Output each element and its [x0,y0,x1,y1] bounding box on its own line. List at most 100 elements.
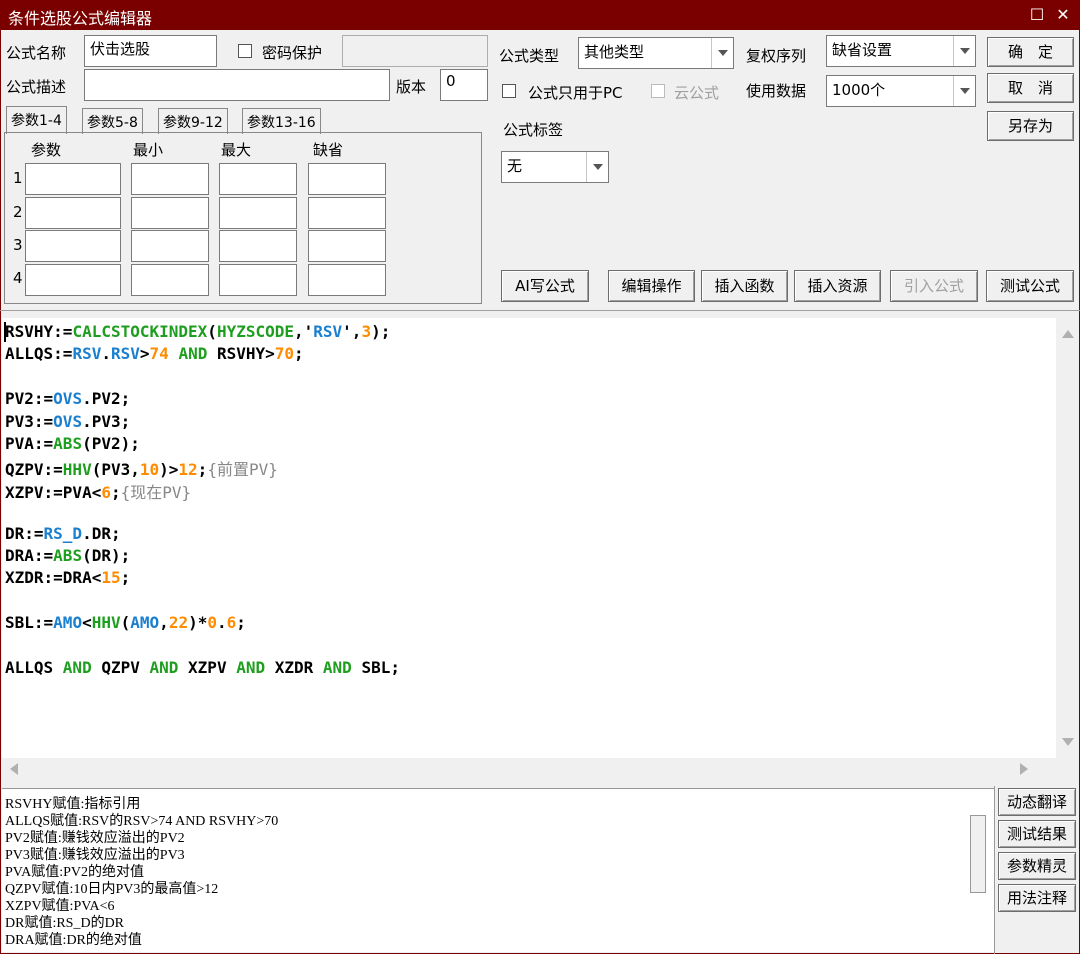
code-token: ); [371,322,391,341]
param-4-default-input[interactable] [308,264,386,296]
code-token: AMO [130,613,160,633]
code-line[interactable]: ALLQS AND QZPV AND XZPV AND XZDR AND SBL… [5,658,400,677]
code-token: ALLQS [5,658,63,677]
scroll-up-icon[interactable] [1062,330,1074,338]
code-token: . [216,613,227,633]
code-token: {现在PV} [120,482,192,502]
usage-notes-button[interactable]: 用法注释 [998,884,1076,912]
tab-params-5-8[interactable]: 参数5-8 [82,108,143,134]
code-token: PVA:= [5,434,54,453]
code-line[interactable]: RSVHY:=CALCSTOCKINDEX(HYZSCODE,'RSV',3); [5,322,390,341]
code-token: 6 [226,613,237,633]
maximize-icon[interactable]: ☐ [1026,4,1048,26]
window-title: 条件选股公式编辑器 [8,9,153,28]
code-token: .DR; [82,523,121,543]
code-line[interactable]: XZPV:=PVA<6;{现在PV} [5,479,191,503]
code-token: 6 [101,482,111,502]
formula-type-select[interactable]: 其他类型 [578,37,734,69]
ai-write-button[interactable]: AI写公式 [501,270,589,302]
divider [994,786,995,954]
code-line[interactable]: PV3:=OVS.PV3; [5,412,130,431]
test-formula-button[interactable]: 测试公式 [986,270,1074,302]
dynamic-translate-button[interactable]: 动态翻译 [998,788,1076,816]
import-formula-button[interactable]: 引入公式 [890,270,978,302]
code-token: ( [120,613,131,633]
output-scrollbar[interactable] [970,815,986,893]
code-token: CALCSTOCKINDEX [72,322,208,341]
param-header-name: 参数 [31,141,62,159]
param-4-max-input[interactable] [219,264,297,296]
param-3-name-input[interactable] [25,230,121,262]
param-4-min-input[interactable] [131,264,209,296]
tab-params-1-4[interactable]: 参数1-4 [6,106,67,134]
param-row-number: 3 [13,236,23,254]
formula-desc-input[interactable] [84,69,390,101]
code-line[interactable]: XZDR:=DRA<15; [5,568,130,587]
chevron-down-icon[interactable] [711,38,733,68]
param-1-default-input[interactable] [308,163,386,195]
param-3-max-input[interactable] [219,230,297,262]
scroll-down-icon[interactable] [1062,738,1074,746]
editor-vertical-scrollbar[interactable] [1056,318,1078,758]
code-token: AND [322,658,352,677]
rights-series-select[interactable]: 缺省设置 [826,35,976,67]
version-input[interactable]: 0 [440,69,488,101]
code-token: (PV2); [82,434,140,453]
param-1-min-input[interactable] [131,163,209,195]
version-label: 版本 [396,78,427,96]
formula-name-label: 公式名称 [6,44,67,62]
insert-resource-button[interactable]: 插入资源 [794,270,881,302]
title-bar: 条件选股公式编辑器 ☐ ✕ [0,0,1080,30]
ok-button[interactable]: 确 定 [987,37,1074,67]
code-line[interactable]: DR:=RS_D.DR; [5,524,121,543]
param-wizard-button[interactable]: 参数精灵 [998,852,1076,880]
code-token: RSVHY> [207,344,275,364]
code-token: OVS [53,411,83,431]
code-line[interactable]: PV2:=OVS.PV2; [5,389,130,408]
param-1-max-input[interactable] [219,163,297,195]
chevron-down-icon[interactable] [953,36,975,66]
password-checkbox[interactable] [238,44,252,58]
param-2-min-input[interactable] [131,197,209,229]
code-editor[interactable]: RSVHY:=CALCSTOCKINDEX(HYZSCODE,'RSV',3);… [2,318,1056,758]
code-token: QZPV [91,658,150,677]
tab-params-9-12[interactable]: 参数9-12 [158,108,228,134]
code-token: ; [236,613,246,633]
param-3-min-input[interactable] [131,230,209,262]
param-row-number: 1 [13,169,23,187]
editor-horizontal-scrollbar[interactable] [2,758,1056,780]
test-result-button[interactable]: 测试结果 [998,820,1076,848]
code-line[interactable]: DRA:=ABS(DR); [5,546,130,565]
code-line[interactable]: PVA:=ABS(PV2); [5,434,140,453]
cancel-button[interactable]: 取 消 [987,73,1074,103]
edit-ops-button[interactable]: 编辑操作 [608,270,695,302]
param-1-name-input[interactable] [25,163,121,195]
code-line[interactable]: SBL:=AMO<HHV(AMO,22)*0.6; [5,613,246,632]
use-data-select[interactable]: 1000个 [826,75,976,107]
code-token: XZDR [265,658,323,677]
chevron-down-icon[interactable] [586,152,608,182]
tab-params-13-16[interactable]: 参数13-16 [242,108,321,134]
param-2-name-input[interactable] [25,197,121,229]
code-token: )> [159,460,179,480]
param-2-default-input[interactable] [308,197,386,229]
code-token: RSV [313,322,343,341]
formula-name-input[interactable]: 伏击选股 [84,35,217,67]
param-3-default-input[interactable] [308,230,386,262]
insert-function-button[interactable]: 插入函数 [701,270,788,302]
pc-only-checkbox[interactable] [502,84,516,98]
scroll-left-icon[interactable] [10,763,18,775]
code-line[interactable]: QZPV:=HHV(PV3,10)>12;{前置PV} [5,456,278,480]
formula-tag-select[interactable]: 无 [501,151,609,183]
param-2-max-input[interactable] [219,197,297,229]
save-as-button[interactable]: 另存为 [987,111,1074,141]
chevron-down-icon[interactable] [953,76,975,106]
close-icon[interactable]: ✕ [1052,4,1074,26]
code-line[interactable]: ALLQS:=RSV.RSV>74 AND RSVHY>70; [5,344,304,363]
password-input[interactable] [342,35,488,67]
cloud-checkbox[interactable] [651,84,665,98]
code-token: ABS [53,434,83,453]
param-4-name-input[interactable] [25,264,121,296]
scroll-right-icon[interactable] [1020,763,1028,775]
